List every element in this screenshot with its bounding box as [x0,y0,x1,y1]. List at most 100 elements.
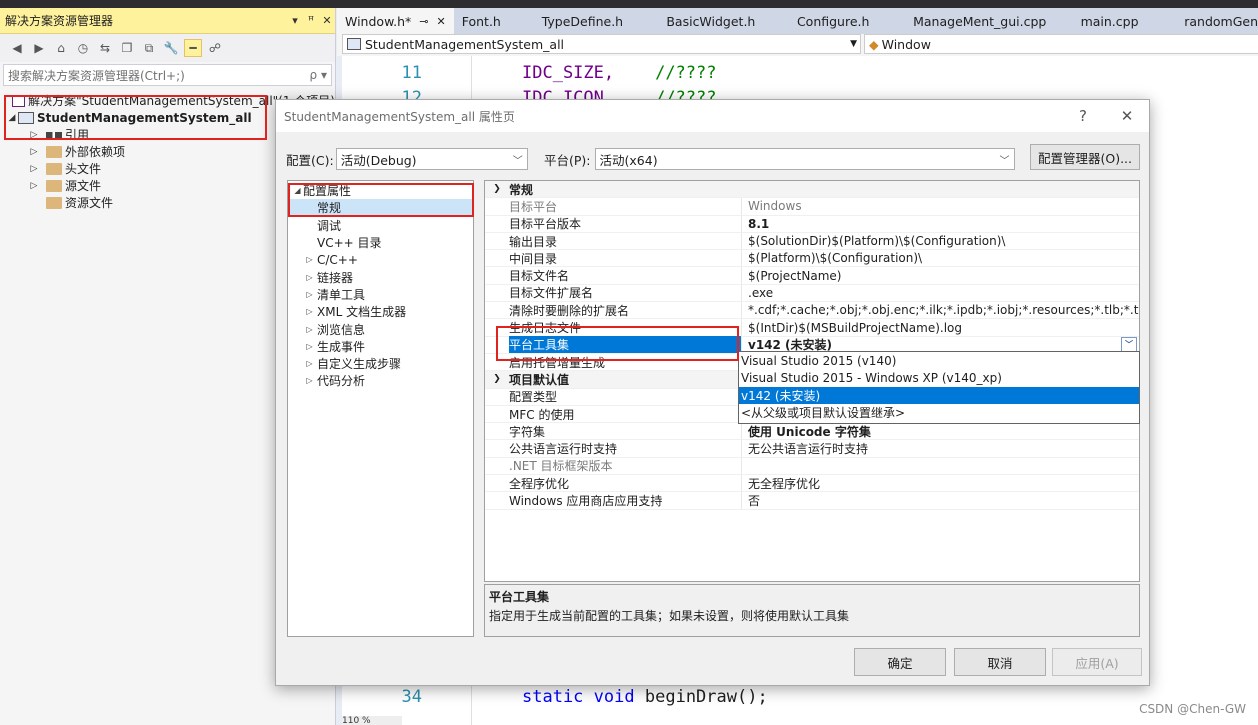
nav-item-label: 生成事件 [317,339,366,354]
pin-icon[interactable]: ⊸ [419,15,428,28]
tab-typedefine-h[interactable]: TypeDefine.h [526,14,647,29]
property-value [741,457,1139,475]
collapsed-arrow-icon[interactable]: ▷ [304,255,315,264]
tab-randomgen[interactable]: randomGen [1154,14,1258,29]
collapsed-arrow-icon[interactable]: ▷ [304,273,315,282]
property-row[interactable]: 输出目录 $(SolutionDir)$(Platform)\$(Configu… [485,232,1139,251]
show-all-files-icon[interactable]: ⧉ [140,39,158,57]
property-row[interactable]: 目标平台 Windows [485,198,1139,216]
collapsed-arrow-icon[interactable]: ▷ [304,307,315,316]
folder-icon [46,162,62,175]
cancel-button[interactable]: 取消 [954,648,1046,676]
tab-basicwidget-h[interactable]: BasicWidget.h [646,14,773,29]
config-manager-button[interactable]: 配置管理器(O)... [1030,144,1140,170]
tab-configure-h[interactable]: Configure.h [773,14,885,29]
properties-icon[interactable]: 🔧 [162,39,180,57]
forward-icon[interactable]: ▶ [30,39,48,57]
collapsed-arrow-icon[interactable]: ▷ [304,359,315,368]
nav-item-browse-info[interactable]: ▷ 浏览信息 [288,320,473,337]
help-icon[interactable]: ? [1061,107,1105,125]
nav-item-build-events[interactable]: ▷ 生成事件 [288,338,473,355]
search-icon[interactable]: ρ ▾ [310,68,327,82]
nav-item-label: 代码分析 [317,374,366,389]
config-value: 活动(Debug) [340,152,417,168]
nav-item-config-properties[interactable]: ◢ 配置属性 [288,182,473,199]
nav-item-debugging[interactable]: 调试 [288,217,473,234]
property-row[interactable]: 目标平台版本 8.1 [485,215,1139,233]
dropdown-icon[interactable]: ▾ [287,14,303,27]
dropdown-option[interactable]: Visual Studio 2015 - Windows XP (v140_xp… [739,369,1139,386]
property-row[interactable]: 目标文件名 $(ProjectName) [485,267,1139,285]
property-row[interactable]: 公共语言运行时支持 无公共语言运行时支持 [485,440,1139,458]
scope-dropdown[interactable]: StudentManagementSystem_all ▼ [342,34,861,54]
nav-item-general[interactable]: 常规 [288,199,473,217]
property-row[interactable]: 中间目录 $(Platform)\$(Configuration)\ [485,250,1139,268]
close-icon[interactable]: ✕ [1105,107,1149,125]
nav-item-label: 自定义生成步骤 [317,357,402,372]
tab-main-cpp[interactable]: main.cpp [1055,14,1155,29]
property-row[interactable]: Windows 应用商店应用支持 否 [485,492,1139,510]
back-icon[interactable]: ◀ [8,39,26,57]
property-name: .NET 目标框架版本 [509,459,613,474]
solution-explorer-title: 解决方案资源管理器 [5,14,114,28]
history-icon[interactable]: ◷ [74,39,92,57]
nav-item-xml-doc-generator[interactable]: ▷ XML 文档生成器 [288,303,473,320]
property-name: 配置类型 [509,390,558,405]
property-row[interactable]: .NET 目标框架版本 [485,457,1139,476]
platform-row: 平台(P): 活动(x64) ﹀ [544,148,1015,170]
close-icon[interactable]: ✕ [319,14,335,27]
chevron-down-icon[interactable]: ▼ [850,39,857,49]
nav-item-custom-build-step[interactable]: ▷ 自定义生成步骤 [288,355,473,372]
collapsed-arrow-icon[interactable]: ▷ [304,342,315,351]
pin-icon[interactable]: ꟸ [303,14,319,27]
property-row[interactable]: 目标文件扩展名 .exe [485,284,1139,303]
nav-item-vc-directories[interactable]: VC++ 目录 [288,234,473,251]
collapsed-arrow-icon[interactable]: ▷ [304,376,315,385]
property-row[interactable]: 字符集 使用 Unicode 字符集 [485,423,1139,441]
expanded-arrow-icon[interactable]: ◢ [292,186,303,195]
home-icon[interactable]: ⌂ [52,39,70,57]
tab-window-h[interactable]: Window.h* ⊸ ✕ [337,8,454,34]
expanded-arrow-icon[interactable]: ◢ [6,113,18,123]
nav-item-linker[interactable]: ▷ 链接器 [288,268,473,285]
dropdown-option[interactable]: <从父级或项目默认设置继承> [739,404,1139,421]
platform-select[interactable]: 活动(x64) ﹀ [594,148,1015,170]
class-view-icon[interactable]: ☍ [206,39,224,57]
solution-icon [12,94,26,107]
zoom-level[interactable]: 110 % [342,716,402,725]
tab-font-h[interactable]: Font.h [454,14,526,29]
preview-icon[interactable]: ━ [184,39,202,57]
tab-management-gui-cpp[interactable]: ManageMent_gui.cpp [885,14,1054,29]
property-row[interactable]: 清除时要删除的扩展名 *.cdf;*.cache;*.obj;*.obj.enc… [485,302,1139,320]
config-row: 配置(C): 活动(Debug) ﹀ [286,148,528,170]
editor-navigation-bar: StudentManagementSystem_all ▼ ◆ Window [337,34,1258,56]
collapsed-arrow-icon[interactable]: ▷ [28,130,40,140]
collapse-all-icon[interactable]: ❐ [118,39,136,57]
collapsed-arrow-icon[interactable]: ▷ [28,147,40,157]
category-general[interactable]: ❯ 常规 [485,181,1139,199]
config-select[interactable]: 活动(Debug) ﹀ [335,148,528,170]
property-row[interactable]: 全程序优化 无全程序优化 [485,475,1139,493]
member-dropdown[interactable]: ◆ Window [864,34,1258,54]
solution-explorer-search[interactable]: 搜索解决方案资源管理器(Ctrl+;) ρ ▾ [3,64,332,86]
collapsed-arrow-icon[interactable]: ▷ [28,181,40,191]
dropdown-option[interactable]: Visual Studio 2015 (v140) [739,352,1139,369]
nav-item-manifest-tool[interactable]: ▷ 清单工具 [288,286,473,303]
property-name: 目标文件扩展名 [509,286,594,301]
apply-button[interactable]: 应用(A) [1052,648,1142,676]
collapse-icon[interactable]: ❯ [485,184,509,194]
collapsed-arrow-icon[interactable]: ▷ [304,290,315,299]
chevron-down-icon[interactable]: ﹀ [513,152,523,167]
sync-icon[interactable]: ⇆ [96,39,114,57]
nav-item-c-cpp[interactable]: ▷ C/C++ [288,251,473,268]
nav-item-code-analysis[interactable]: ▷ 代码分析 [288,372,473,389]
close-icon[interactable]: ✕ [437,15,446,28]
ok-button[interactable]: 确定 [854,648,946,676]
folder-icon [46,145,62,158]
dropdown-option-selected[interactable]: v142 (未安装) [739,386,1139,404]
collapsed-arrow-icon[interactable]: ▷ [28,164,40,174]
chevron-down-icon[interactable]: ﹀ [1000,152,1010,167]
collapse-icon[interactable]: ❯ [485,374,509,384]
collapsed-arrow-icon[interactable]: ▷ [304,325,315,334]
property-row[interactable]: 生成日志文件 $(IntDir)$(MSBuildProjectName).lo… [485,319,1139,337]
